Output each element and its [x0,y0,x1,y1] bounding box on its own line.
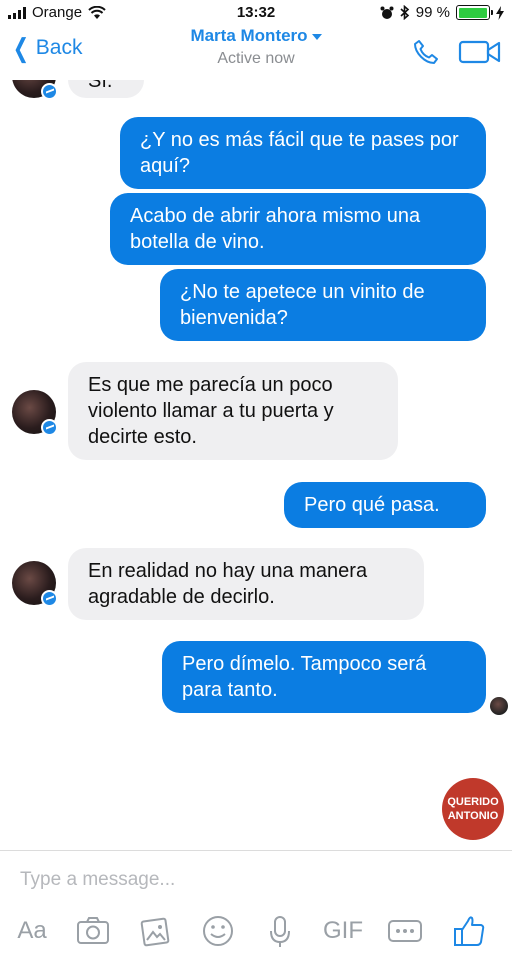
conversation-header: ❮ Back Marta Montero Active now [0,24,512,78]
emoji-icon[interactable] [201,911,235,951]
video-call-icon[interactable] [458,38,502,66]
microphone-icon[interactable] [267,911,293,951]
message-outgoing[interactable]: ¿Y no es más fácil que te pases por aquí… [120,117,486,189]
message-outgoing[interactable]: ¿No te apetece un vinito de bienvenida? [160,269,486,341]
contact-name[interactable]: Marta Montero [190,26,307,45]
message-incoming-partial[interactable]: Sí. [68,80,144,98]
alarm-icon [380,6,394,19]
watermark-line-2: ANTONIO [447,810,499,822]
message-outgoing[interactable]: Pero dímelo. Tampoco será para tanto. [162,641,486,713]
more-options-icon[interactable] [387,911,423,951]
bluetooth-icon [400,5,409,20]
aa-text-button[interactable]: Aa [14,911,50,951]
call-actions [412,38,502,66]
message-outgoing[interactable]: Acabo de abrir ahora mismo una botella d… [110,193,486,265]
message-list[interactable]: Sí. ¿Y no es más fácil que te pases por … [0,80,512,848]
message-input[interactable] [20,865,490,895]
battery-icon [456,5,493,20]
contact-avatar[interactable] [12,390,58,436]
like-thumbs-up-icon[interactable] [452,911,486,951]
status-bar: Orange 13:32 99 % [0,0,512,26]
watermark-line-1: QUERIDO [447,796,499,808]
charging-icon [496,5,504,20]
camera-icon[interactable] [76,911,110,951]
message-outgoing[interactable]: Pero qué pasa. [284,482,486,528]
messenger-badge-icon [41,590,58,607]
battery-percent: 99 % [415,4,450,21]
messenger-badge-icon [41,419,58,436]
gif-button[interactable]: GIF [320,911,366,951]
phone-call-icon[interactable] [412,38,440,66]
composer: Aa GIF [0,850,512,960]
watermark-logo: QUERIDO ANTONIO [442,778,504,840]
status-right: 99 % [380,4,504,21]
messenger-badge-icon [41,83,58,100]
chevron-down-icon[interactable] [311,33,322,40]
gallery-icon[interactable] [140,911,172,951]
seen-avatar-icon [490,697,508,715]
message-incoming[interactable]: Es que me parecía un poco violento llama… [68,362,398,460]
contact-avatar[interactable] [12,80,58,100]
composer-toolbar: Aa GIF [0,911,512,951]
message-incoming[interactable]: En realidad no hay una manera agradable … [68,548,424,620]
contact-avatar[interactable] [12,561,58,607]
